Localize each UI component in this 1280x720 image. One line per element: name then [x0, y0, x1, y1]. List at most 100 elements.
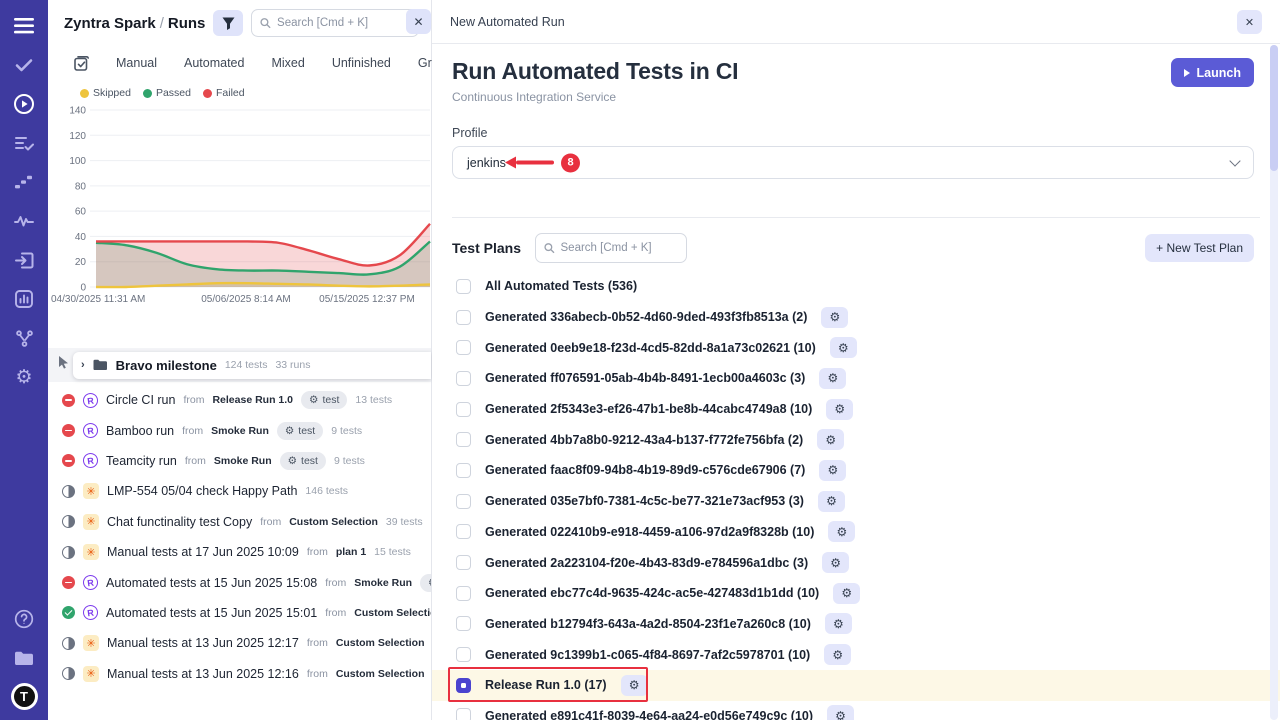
- plan-checkbox[interactable]: [456, 524, 471, 539]
- run-row[interactable]: ✳Manual tests at 13 Jun 2025 12:16fromCu…: [48, 659, 431, 689]
- tab-mixed[interactable]: Mixed: [271, 56, 304, 70]
- pulse-icon[interactable]: [10, 207, 38, 235]
- plan-settings-button[interactable]: ⚙: [819, 368, 846, 389]
- run-row[interactable]: RCircle CI runfromRelease Run 1.0⚙test13…: [48, 385, 431, 415]
- plan-settings-button[interactable]: ⚙: [824, 644, 851, 665]
- menu-icon[interactable]: [10, 12, 38, 40]
- plan-checkbox[interactable]: [456, 616, 471, 631]
- test-plan-row[interactable]: Generated e891c41f-8039-4e64-aa24-e0d56e…: [452, 701, 1254, 720]
- close-icon: ✕: [1245, 16, 1254, 29]
- runs-play-icon[interactable]: [10, 90, 38, 118]
- drawer-close-button[interactable]: ✕: [1237, 10, 1262, 34]
- steps-icon[interactable]: [10, 168, 38, 196]
- plan-checkbox[interactable]: [456, 555, 471, 570]
- settings-gear-icon[interactable]: ⚙: [10, 363, 38, 391]
- tab-automated[interactable]: Automated: [184, 56, 244, 70]
- run-row[interactable]: RTeamcity runfromSmoke Run⚙test9 tests: [48, 446, 431, 476]
- milestone-row[interactable]: › Bravo milestone 124 tests 33 runs: [73, 352, 431, 379]
- test-plans-search[interactable]: [535, 233, 687, 263]
- chevron-right-icon[interactable]: ›: [81, 359, 85, 371]
- svg-text:0: 0: [80, 283, 86, 294]
- test-plan-row[interactable]: Generated 022410b9-e918-4459-a106-97d2a9…: [452, 517, 1254, 548]
- milestone-name: Bravo milestone: [116, 358, 217, 373]
- test-plan-row[interactable]: Generated ebc77c4d-9635-424c-ac5e-427483…: [452, 578, 1254, 609]
- tasks-check-icon[interactable]: [10, 51, 38, 79]
- test-plan-row[interactable]: Generated 9c1399b1-c065-4f84-8697-7af2c5…: [452, 639, 1254, 670]
- branches-icon[interactable]: [10, 324, 38, 352]
- plan-checkbox[interactable]: [456, 463, 471, 478]
- plan-checkbox[interactable]: [456, 586, 471, 601]
- run-row[interactable]: ✳LMP-554 05/04 check Happy Path146 tests: [48, 476, 431, 506]
- plan-checkbox[interactable]: [456, 279, 471, 294]
- filter-button[interactable]: [213, 10, 243, 36]
- plan-checkbox[interactable]: [456, 371, 471, 386]
- runs-search-input[interactable]: [277, 17, 410, 29]
- area-chart: 020406080100120140: [56, 102, 432, 294]
- plan-checkbox[interactable]: [456, 402, 471, 417]
- test-plans-search-input[interactable]: [561, 242, 678, 254]
- import-icon[interactable]: [10, 246, 38, 274]
- panel-close-button[interactable]: ✕: [406, 9, 431, 34]
- gear-icon: ⚙: [837, 525, 848, 539]
- test-plan-row[interactable]: Generated 2a223104-f20e-4b43-83d9-e78459…: [452, 547, 1254, 578]
- plan-checkbox[interactable]: [456, 647, 471, 662]
- scrollbar-track[interactable]: [1270, 45, 1278, 720]
- plan-settings-button[interactable]: ⚙: [817, 429, 844, 450]
- projects-folder-icon[interactable]: [10, 644, 38, 672]
- plan-checkbox[interactable]: [456, 432, 471, 447]
- runs-search[interactable]: [251, 9, 419, 37]
- plan-settings-button[interactable]: ⚙: [830, 337, 857, 358]
- run-config-badge[interactable]: ⚙test: [301, 391, 347, 409]
- plan-checkbox[interactable]: [456, 708, 471, 720]
- run-row[interactable]: ✳Manual tests at 17 Jun 2025 10:09frompl…: [48, 537, 431, 567]
- test-plan-row[interactable]: Generated faac8f09-94b8-4b19-89d9-c576cd…: [452, 455, 1254, 486]
- plan-checkbox[interactable]: [456, 494, 471, 509]
- plan-settings-button[interactable]: ⚙: [822, 552, 849, 573]
- launch-button[interactable]: Launch: [1171, 58, 1254, 87]
- tab-unfinished[interactable]: Unfinished: [332, 56, 391, 70]
- plan-settings-button[interactable]: ⚙: [621, 675, 648, 696]
- test-plan-row[interactable]: All Automated Tests (536): [452, 271, 1254, 302]
- plan-settings-button[interactable]: ⚙: [818, 491, 845, 512]
- plan-settings-button[interactable]: ⚙: [821, 307, 848, 328]
- test-plan-row[interactable]: Generated 2f5343e3-ef26-47b1-be8b-44cabc…: [452, 394, 1254, 425]
- plan-label: Release Run 1.0 (17): [485, 678, 607, 692]
- test-plan-row[interactable]: Generated 336abecb-0b52-4d60-9ded-493f3f…: [452, 302, 1254, 333]
- analytics-icon[interactable]: [10, 285, 38, 313]
- test-plans-list-icon[interactable]: [10, 129, 38, 157]
- plan-settings-button[interactable]: ⚙: [825, 613, 852, 634]
- test-plan-row[interactable]: Generated 4bb7a8b0-9212-43a4-b137-f772fe…: [452, 424, 1254, 455]
- scrollbar-thumb[interactable]: [1270, 45, 1278, 171]
- run-config-badge[interactable]: ⚙test: [420, 574, 431, 592]
- plan-settings-button[interactable]: ⚙: [827, 705, 854, 720]
- select-runs-icon[interactable]: [74, 56, 89, 71]
- plan-checkbox[interactable]: [456, 340, 471, 355]
- run-row[interactable]: RBamboo runfromSmoke Run⚙test9 tests: [48, 415, 431, 445]
- breadcrumb-project[interactable]: Zyntra Spark: [64, 15, 156, 32]
- run-row[interactable]: RAutomated tests at 15 Jun 2025 15:01fro…: [48, 598, 431, 628]
- plan-checkbox[interactable]: [456, 310, 471, 325]
- tab-manual[interactable]: Manual: [116, 56, 157, 70]
- test-plan-row[interactable]: Generated b12794f3-643a-4a2d-8504-23f1e7…: [452, 609, 1254, 640]
- run-config-badge[interactable]: ⚙test: [277, 422, 323, 440]
- plan-settings-button[interactable]: ⚙: [826, 399, 853, 420]
- profile-select[interactable]: jenkins 8: [452, 146, 1254, 179]
- plan-settings-button[interactable]: ⚙: [828, 521, 855, 542]
- gear-icon: ⚙: [830, 556, 841, 570]
- test-plan-row[interactable]: Generated 035e7bf0-7381-4c5c-be77-321e73…: [452, 486, 1254, 517]
- test-plan-row[interactable]: Generated ff076591-05ab-4b4b-8491-1ecb00…: [452, 363, 1254, 394]
- test-plan-row[interactable]: Release Run 1.0 (17) ⚙: [432, 670, 1280, 701]
- plan-checkbox[interactable]: [456, 678, 471, 693]
- plan-label: Generated 4bb7a8b0-9212-43a4-b137-f772fe…: [485, 433, 803, 447]
- plan-settings-button[interactable]: ⚙: [819, 460, 846, 481]
- run-tests-count: 9 tests: [334, 455, 365, 467]
- run-row[interactable]: ✳Manual tests at 13 Jun 2025 12:17fromCu…: [48, 628, 431, 658]
- run-row[interactable]: ✳Chat functinality test CopyfromCustom S…: [48, 507, 431, 537]
- run-row[interactable]: RAutomated tests at 15 Jun 2025 15:08fro…: [48, 567, 431, 597]
- new-test-plan-button[interactable]: + New Test Plan: [1145, 234, 1254, 262]
- account-logo[interactable]: T: [11, 683, 38, 710]
- help-icon[interactable]: [10, 605, 38, 633]
- test-plan-row[interactable]: Generated 0eeb9e18-f23d-4cd5-82dd-8a1a73…: [452, 332, 1254, 363]
- run-config-badge[interactable]: ⚙test: [280, 452, 326, 470]
- plan-settings-button[interactable]: ⚙: [833, 583, 860, 604]
